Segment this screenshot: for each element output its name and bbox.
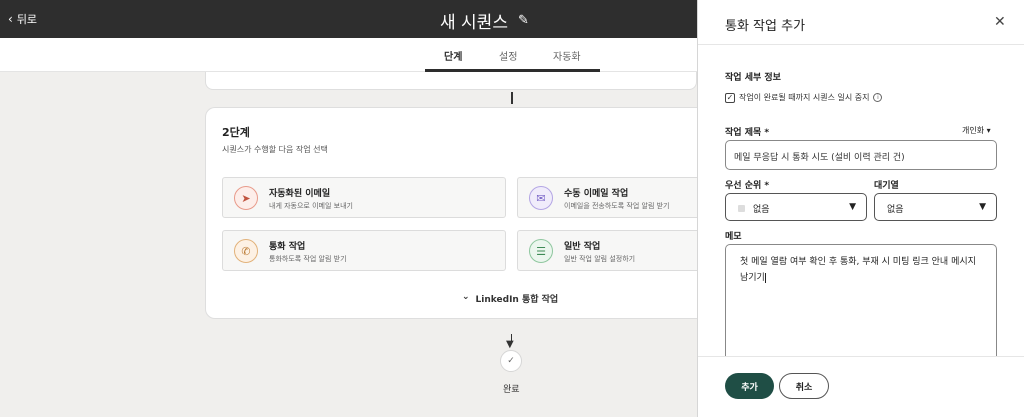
chevron-left-icon: ‹ <box>8 12 13 26</box>
personalize-label: 개인화 <box>962 126 985 135</box>
sequence-title-text: 새 시퀀스 <box>440 13 508 33</box>
tab-automation[interactable]: 자동화 <box>553 48 581 63</box>
step-connector <box>511 92 513 104</box>
action-desc: 일반 작업 알림 설정하기 <box>564 255 636 263</box>
tab-steps[interactable]: 단계 <box>444 48 462 63</box>
pause-sequence-checkbox[interactable]: ✓ <box>725 92 735 103</box>
action-call-task[interactable]: ✆ 통화 작업 통화하도록 작업 알림 받기 <box>222 230 506 271</box>
notes-textarea[interactable]: 첫 메일 열람 여부 확인 후 통화, 부재 시 미팅 링크 안내 메시지 남기… <box>725 244 997 356</box>
done-label: 완료 <box>503 385 520 395</box>
panel-title: 통화 작업 추가 <box>725 19 806 34</box>
action-manual-email[interactable]: ✉ 수동 이메일 작업 이메일을 전송하도록 작업 알림 받기 <box>517 177 697 218</box>
tab-settings[interactable]: 설정 <box>499 48 517 63</box>
notes-text: 첫 메일 열람 여부 확인 후 통화, 부재 시 미팅 링크 안내 메시지 남기… <box>740 257 976 283</box>
priority-value: 없음 <box>738 202 770 215</box>
action-title: 통화 작업 <box>269 242 306 252</box>
text-cursor <box>764 272 766 283</box>
caret-down-icon: ▼ <box>849 202 856 212</box>
action-title: 수동 이메일 작업 <box>564 189 629 199</box>
envelope-icon: ✉ <box>529 186 553 210</box>
action-desc: 통화하도록 작업 알림 받기 <box>269 255 347 263</box>
pause-sequence-label: 작업이 완료될 때까지 시퀀스 일시 중지 <box>739 93 870 102</box>
action-desc: 내게 자동으로 이메일 보내기 <box>269 202 353 210</box>
action-desc: 이메일을 전송하도록 작업 알림 받기 <box>564 202 670 210</box>
phone-icon: ✆ <box>234 239 258 263</box>
action-automated-email[interactable]: ➤ 자동화된 이메일 내게 자동으로 이메일 보내기 <box>222 177 506 218</box>
cancel-button[interactable]: 취소 <box>779 373 829 399</box>
pencil-icon[interactable]: ✎ <box>518 13 529 28</box>
action-title: 자동화된 이메일 <box>269 189 331 199</box>
caret-down-icon: ▾ <box>986 126 991 135</box>
step-subtitle: 시퀀스가 수행할 다음 작업 선택 <box>222 145 328 154</box>
priority-select[interactable]: 없음 ▼ <box>725 193 867 221</box>
queue-label: 대기열 <box>874 181 899 191</box>
pause-sequence-row: ✓ 작업이 완료될 때까지 시퀀스 일시 중지 i <box>725 92 883 103</box>
tab-bar: 단계 설정 자동화 <box>0 38 697 72</box>
priority-value-text: 없음 <box>753 205 770 215</box>
linkedin-actions-toggle[interactable]: ⌄ LinkedIn 통합 작업 <box>462 292 558 305</box>
sequence-title: 새 시퀀스 ✎ <box>440 8 529 33</box>
chevron-down-icon: ⌄ <box>462 292 470 302</box>
queue-value-text: 없음 <box>887 205 904 215</box>
panel-footer: 추가 취소 <box>698 356 1024 417</box>
task-title-label: 작업 제목 * <box>725 128 770 138</box>
task-title-input[interactable]: 메일 무응답 시 통화 시도 (설비 이력 관리 건) <box>725 140 997 170</box>
caret-down-icon: ▼ <box>979 202 986 212</box>
checklist-icon: ☰ <box>529 239 553 263</box>
queue-select[interactable]: 없음 ▼ <box>874 193 997 221</box>
arrow-down-icon: ▼ <box>506 339 514 350</box>
task-details-label: 작업 세부 정보 <box>725 73 781 83</box>
action-title: 일반 작업 <box>564 242 601 252</box>
linkedin-label: LinkedIn 통합 작업 <box>475 295 559 305</box>
close-icon[interactable]: ✕ <box>994 15 1006 29</box>
personalize-dropdown[interactable]: 개인화 ▾ <box>962 125 991 136</box>
info-icon[interactable]: i <box>873 93 883 102</box>
back-button[interactable]: ‹ 뒤로 <box>8 11 37 27</box>
paper-plane-icon: ➤ <box>234 186 258 210</box>
panel-header: 통화 작업 추가 ✕ <box>698 0 1024 45</box>
priority-dot-icon <box>738 205 745 212</box>
priority-label: 우선 순위 * <box>725 181 770 191</box>
done-check-icon: ✓ <box>500 350 522 372</box>
action-general-task[interactable]: ☰ 일반 작업 일반 작업 알림 설정하기 <box>517 230 697 271</box>
queue-value: 없음 <box>887 202 904 215</box>
add-button[interactable]: 추가 <box>725 373 774 399</box>
add-call-task-panel: 통화 작업 추가 ✕ 작업 세부 정보 ✓ 작업이 완료될 때까지 시퀀스 일시… <box>697 0 1024 417</box>
step-title: 2단계 <box>222 126 250 139</box>
previous-step-card <box>205 72 697 90</box>
notes-label: 메모 <box>725 232 742 242</box>
back-label: 뒤로 <box>16 13 38 26</box>
